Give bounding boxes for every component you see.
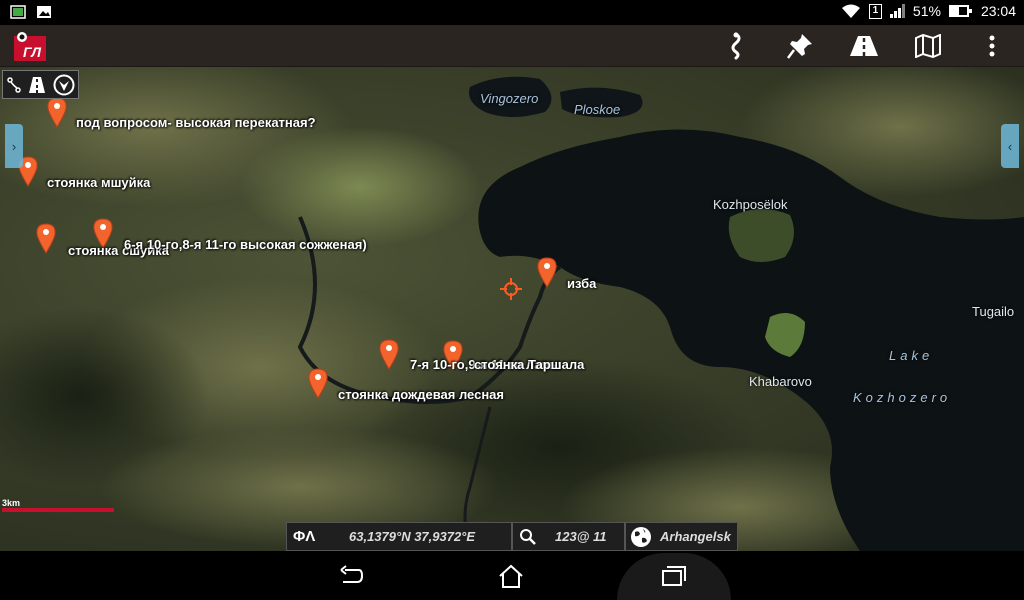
navigation-bar <box>0 551 1024 600</box>
pin-button[interactable] <box>782 30 818 62</box>
clock: 23:04 <box>980 3 1016 19</box>
waypoint-pin-icon[interactable] <box>378 338 400 370</box>
logo-text: ГЛ <box>23 44 41 60</box>
battery-icon <box>948 5 972 17</box>
status-bar: 1 51% 23:04 <box>0 0 1024 25</box>
recents-button[interactable] <box>654 561 694 591</box>
coord-symbol: ΦΛ <box>293 528 316 545</box>
app-logo[interactable]: ГЛ <box>14 32 46 61</box>
region-text: Arhangelsk <box>660 529 731 544</box>
waypoint-pin-icon[interactable] <box>536 256 558 288</box>
road-button[interactable] <box>846 30 882 62</box>
waypoint-label[interactable]: стоянка Таршала <box>474 357 584 372</box>
search-icon <box>520 528 536 545</box>
track-tool-icon[interactable] <box>6 76 22 94</box>
right-panel-tab[interactable]: ‹ <box>1001 124 1019 168</box>
road-icon <box>850 36 878 56</box>
left-panel-tab[interactable]: › <box>5 124 23 168</box>
scale-label: 3km <box>2 498 21 508</box>
zoom-panel[interactable]: 123@ 11 <box>512 522 625 551</box>
coordinates-text: 63,1379°N 37,9372°E <box>349 529 476 544</box>
image-icon <box>37 6 51 18</box>
place-label-kozhposelok: Kozhposëlok <box>713 197 788 212</box>
waypoint-pin-icon[interactable] <box>46 96 68 128</box>
overflow-menu-icon <box>989 35 995 57</box>
pin-icon <box>787 34 812 59</box>
info-bar: ΦΛ 63,1379°N 37,9372°E 123@ 11 Arhangels… <box>286 522 738 551</box>
waypoint-label[interactable]: под вопросом- высокая перекатная? <box>76 115 316 130</box>
map-icon <box>915 34 941 58</box>
place-label-kozhozero: Kozhozero <box>853 390 952 405</box>
crosshair-icon <box>500 278 522 300</box>
waypoint-label[interactable]: стоянка дождевая лесная <box>338 387 504 402</box>
place-label-lake: Lake <box>889 348 934 363</box>
route-button[interactable] <box>718 30 754 62</box>
road-tool-icon[interactable] <box>28 76 46 94</box>
overflow-menu-button[interactable] <box>974 30 1010 62</box>
waypoint-label[interactable]: стоянка мшуйка <box>47 175 150 190</box>
signal-icon <box>889 4 905 18</box>
map-tool-strip <box>2 70 79 99</box>
place-label-vingozero: Vingozero <box>480 91 539 106</box>
recents-icon <box>662 566 686 586</box>
compass-icon[interactable] <box>53 74 75 96</box>
app-bar: ГЛ <box>0 25 1024 67</box>
gallery-icon <box>10 5 26 19</box>
scale-line <box>2 508 114 512</box>
back-icon <box>340 565 363 583</box>
waypoint-pin-icon[interactable] <box>307 367 329 399</box>
map-view[interactable]: Vingozero Ploskoe Kozhposëlok Tugailo Kh… <box>0 67 1024 551</box>
battery-percent: 51% <box>912 3 941 19</box>
sim-icon: 1 <box>868 3 882 19</box>
route-icon <box>731 32 741 60</box>
scale-bar: 3km <box>2 498 114 512</box>
waypoint-label[interactable]: 6-я 10-го,8-я 11-го высокая сожженая) <box>124 237 367 252</box>
waypoint-pin-icon[interactable] <box>35 222 57 254</box>
waypoint-label[interactable]: изба <box>567 276 596 291</box>
globe-icon <box>631 526 651 547</box>
place-label-tugailo: Tugailo <box>972 304 1015 319</box>
place-label-ploskoe: Ploskoe <box>574 102 621 117</box>
home-button[interactable] <box>491 561 531 591</box>
place-label-khabarovo: Khabarovo <box>749 374 812 389</box>
home-icon <box>499 564 523 588</box>
region-panel[interactable]: Arhangelsk <box>625 522 738 551</box>
wifi-icon <box>841 4 860 18</box>
map-button[interactable] <box>910 30 946 62</box>
zoom-text: 123@ 11 <box>555 529 607 544</box>
satellite-imagery <box>0 67 1024 551</box>
back-button[interactable] <box>330 561 370 591</box>
coordinates-panel[interactable]: ΦΛ 63,1379°N 37,9372°E <box>286 522 512 551</box>
